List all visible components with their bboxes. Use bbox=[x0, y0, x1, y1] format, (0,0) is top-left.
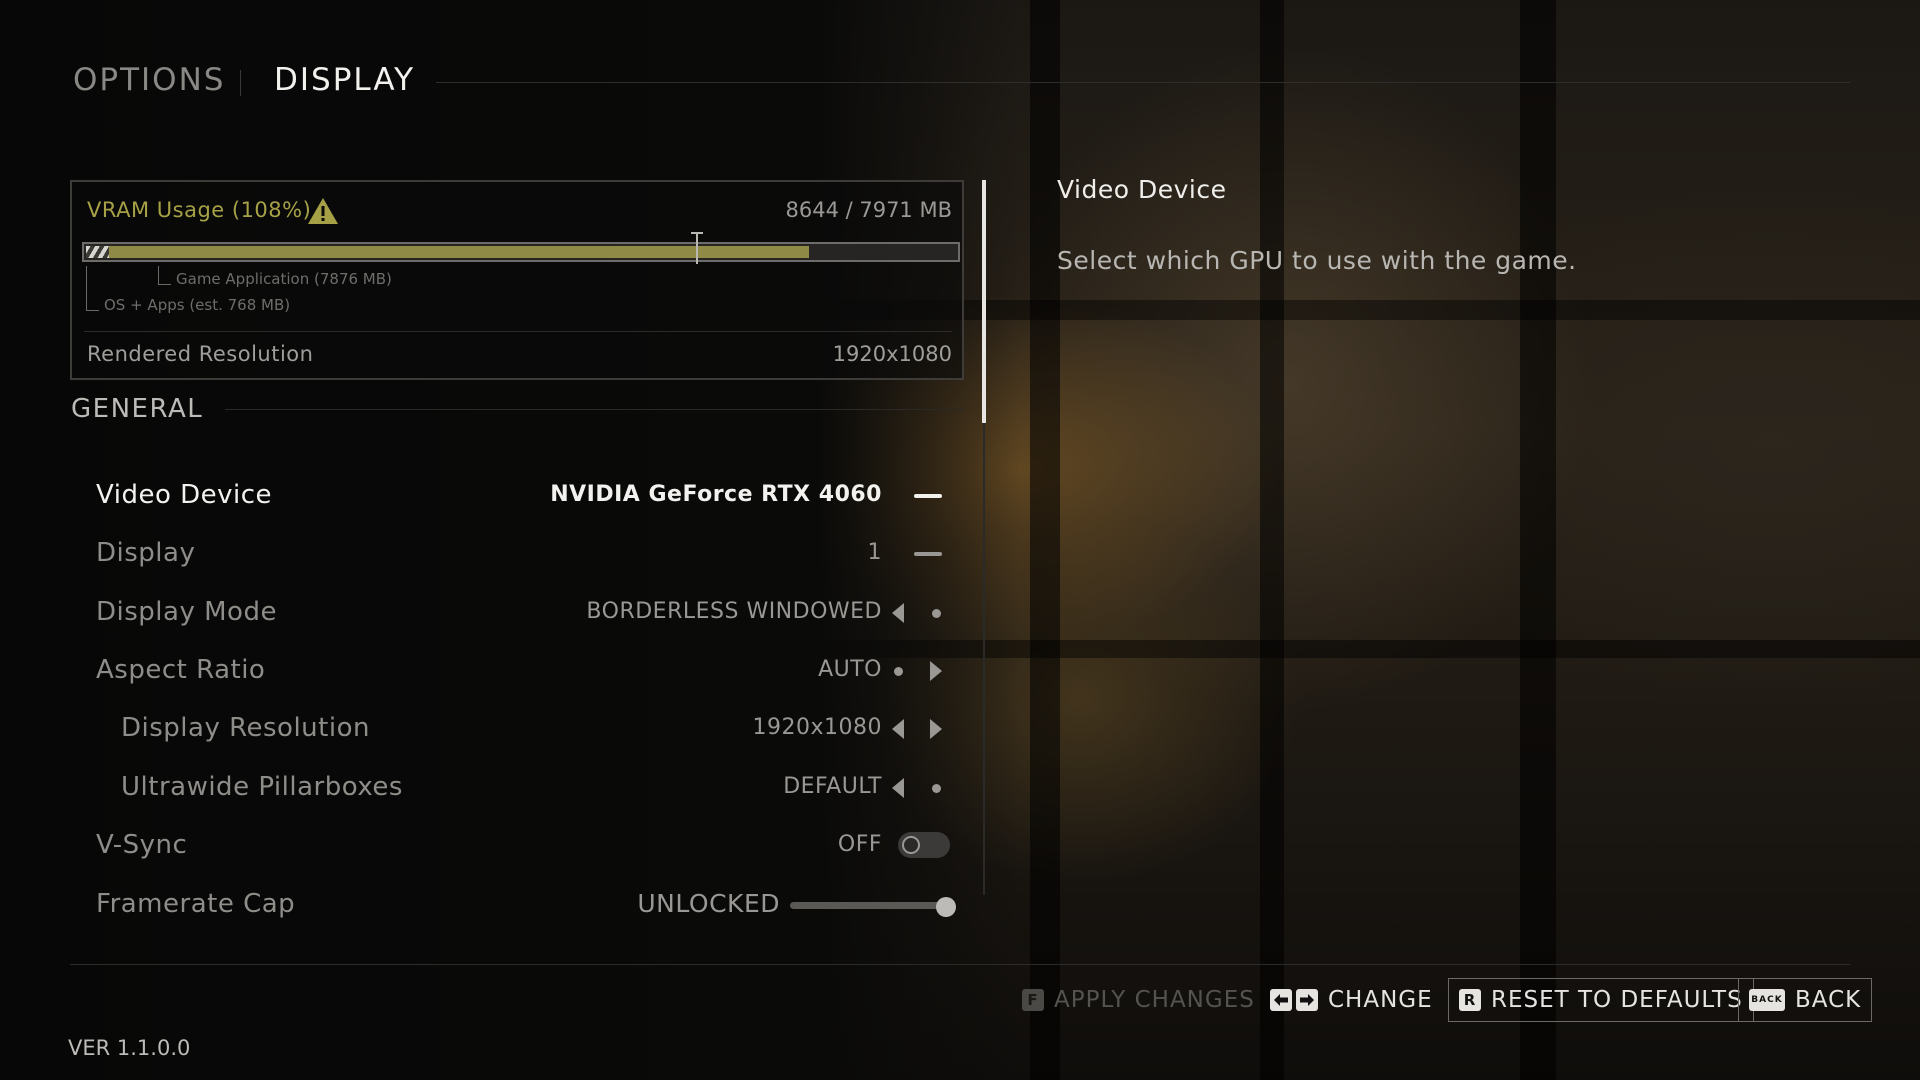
key-r-icon: R bbox=[1459, 989, 1481, 1011]
setting-value: AUTO bbox=[818, 657, 882, 682]
setting-control[interactable] bbox=[890, 601, 950, 625]
setting-value: DEFAULT bbox=[783, 774, 882, 799]
breadcrumb-options[interactable]: OPTIONS bbox=[73, 62, 225, 98]
setting-row-video-device[interactable]: Video Device NVIDIA GeForce RTX 4060 bbox=[70, 468, 970, 522]
header-rule bbox=[436, 82, 1850, 83]
breadcrumb-divider bbox=[240, 70, 241, 96]
setting-label: Framerate Cap bbox=[96, 889, 296, 919]
setting-label: Ultrawide Pillarboxes bbox=[121, 772, 403, 802]
change-button[interactable]: CHANGE bbox=[1270, 978, 1433, 1022]
setting-row-aspect-ratio[interactable]: Aspect Ratio AUTO bbox=[70, 643, 970, 697]
arrow-right-icon[interactable] bbox=[930, 719, 942, 739]
footer-rule bbox=[70, 964, 1850, 965]
framerate-slider-knob[interactable] bbox=[936, 897, 956, 917]
reset-to-defaults-label: RESET TO DEFAULTS bbox=[1491, 987, 1743, 1013]
arrow-left-key-icon bbox=[1270, 989, 1292, 1011]
toggle-knob bbox=[902, 836, 920, 854]
setting-row-framerate-cap[interactable]: Framerate Cap UNLOCKED bbox=[70, 877, 970, 931]
apply-changes-button[interactable]: F APPLY CHANGES bbox=[1022, 978, 1255, 1022]
setting-row-display-resolution[interactable]: Display Resolution 1920x1080 bbox=[70, 701, 970, 755]
vram-usage-value: 8644 / 7971 MB bbox=[785, 198, 952, 222]
rendered-resolution-value: 1920x1080 bbox=[832, 342, 952, 366]
setting-control[interactable] bbox=[890, 776, 950, 800]
setting-row-display[interactable]: Display 1 bbox=[70, 526, 970, 580]
setting-value: NVIDIA GeForce RTX 4060 bbox=[550, 482, 882, 507]
setting-value: 1 bbox=[867, 540, 882, 565]
vram-game-label: Game Application (7876 MB) bbox=[176, 270, 392, 288]
arrow-right-key-icon bbox=[1296, 989, 1318, 1011]
scrollbar-thumb[interactable] bbox=[982, 180, 986, 423]
vram-os-label: OS + Apps (est. 768 MB) bbox=[104, 296, 291, 314]
vram-capacity-marker-cap bbox=[691, 232, 703, 234]
rendered-resolution-label: Rendered Resolution bbox=[87, 342, 314, 366]
key-f-icon: F bbox=[1022, 989, 1044, 1011]
dot-icon bbox=[932, 784, 941, 793]
setting-row-ultrawide-pillarboxes[interactable]: Ultrawide Pillarboxes DEFAULT bbox=[70, 760, 970, 814]
setting-label: Video Device bbox=[96, 480, 273, 510]
section-title-general: GENERAL bbox=[71, 394, 204, 424]
setting-control[interactable] bbox=[890, 717, 950, 741]
page-title: DISPLAY bbox=[274, 62, 416, 98]
setting-value: UNLOCKED bbox=[637, 889, 780, 918]
setting-value: OFF bbox=[837, 832, 882, 857]
vram-usage-panel: VRAM Usage (108%) 8644 / 7971 MB Game Ap… bbox=[70, 180, 964, 380]
dot-icon bbox=[932, 609, 941, 618]
vram-capacity-marker bbox=[696, 234, 698, 264]
vram-divider bbox=[84, 331, 952, 332]
apply-changes-label: APPLY CHANGES bbox=[1054, 987, 1255, 1013]
setting-row-vsync[interactable]: V-Sync OFF bbox=[70, 818, 970, 872]
arrow-left-icon[interactable] bbox=[892, 603, 904, 623]
setting-value: 1920x1080 bbox=[752, 715, 882, 740]
framerate-slider-track[interactable] bbox=[790, 902, 950, 909]
setting-label: Display Mode bbox=[96, 597, 277, 627]
dot-icon bbox=[894, 667, 903, 676]
vram-usage-title: VRAM Usage (108%) bbox=[87, 198, 312, 222]
vsync-toggle[interactable] bbox=[898, 832, 950, 858]
setting-label: Display Resolution bbox=[121, 713, 370, 743]
setting-label: V-Sync bbox=[96, 830, 188, 860]
minus-icon bbox=[914, 494, 942, 498]
back-label: BACK bbox=[1795, 987, 1862, 1013]
reset-to-defaults-button[interactable]: R RESET TO DEFAULTS bbox=[1448, 978, 1754, 1022]
setting-control[interactable] bbox=[890, 659, 950, 683]
vram-usage-bar bbox=[82, 232, 960, 264]
tree-connector bbox=[158, 266, 171, 285]
section-rule bbox=[225, 409, 965, 410]
setting-value: BORDERLESS WINDOWED bbox=[586, 599, 882, 624]
display-settings-screen: OPTIONS DISPLAY VRAM Usage (108%) 8644 /… bbox=[0, 0, 1920, 1080]
arrow-left-icon[interactable] bbox=[892, 778, 904, 798]
setting-control[interactable] bbox=[890, 542, 950, 566]
setting-label: Aspect Ratio bbox=[96, 655, 266, 685]
warning-triangle-icon bbox=[308, 198, 338, 224]
setting-control[interactable] bbox=[890, 484, 950, 508]
vram-os-segment bbox=[86, 246, 109, 258]
tree-connector bbox=[86, 266, 99, 311]
minus-icon bbox=[914, 552, 942, 556]
version-label: VER 1.1.0.0 bbox=[68, 1036, 191, 1060]
info-description: Select which GPU to use with the game. bbox=[1057, 246, 1577, 275]
key-back-icon: BACK bbox=[1749, 989, 1785, 1011]
vram-game-segment bbox=[109, 246, 809, 258]
setting-row-display-mode[interactable]: Display Mode BORDERLESS WINDOWED bbox=[70, 585, 970, 639]
info-title: Video Device bbox=[1057, 175, 1227, 204]
arrow-left-icon[interactable] bbox=[892, 719, 904, 739]
back-button[interactable]: BACK BACK bbox=[1738, 978, 1873, 1022]
arrow-right-icon[interactable] bbox=[930, 661, 942, 681]
setting-label: Display bbox=[96, 538, 196, 568]
change-label: CHANGE bbox=[1328, 987, 1433, 1013]
